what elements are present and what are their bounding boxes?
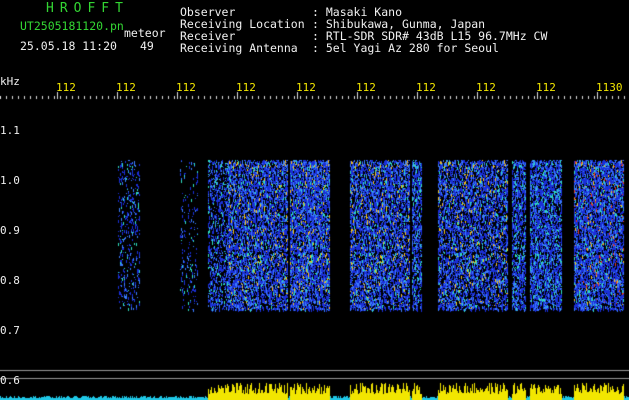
x-tick-9: 112 [536,81,556,94]
x-tick-4: 112 [236,81,256,94]
x-tick-1: 112 [56,81,76,94]
brand-title: HROFFT [46,1,129,16]
y-axis-unit: kHz [0,75,20,88]
antenna-value: : 5el Yagi Az 280 for Seoul [312,41,499,55]
x-tick-2: 112 [116,81,136,94]
x-tick-8: 112 [476,81,496,94]
x-tick-10: 1130 [596,81,623,94]
detection-count: 49 [140,39,154,53]
y-tick-0-8: 0.8 [0,274,20,287]
x-tick-5: 112 [296,81,316,94]
x-tick-6: 112 [356,81,376,94]
antenna-label: Receiving Antenna [180,41,298,55]
filename: UT2505181120.pn [20,19,124,33]
y-tick-0-9: 0.9 [0,224,20,237]
detector-label: meteor [124,26,166,40]
y-tick-0-7: 0.7 [0,324,20,337]
y-tick-1-1: 1.1 [0,124,20,137]
spectrogram-canvas [0,0,629,400]
x-tick-7: 112 [416,81,436,94]
y-tick-0-6: 0.6 [0,374,20,387]
datetime: 25.05.18 11:20 [20,39,117,53]
y-tick-1-0: 1.0 [0,174,20,187]
x-tick-3: 112 [176,81,196,94]
